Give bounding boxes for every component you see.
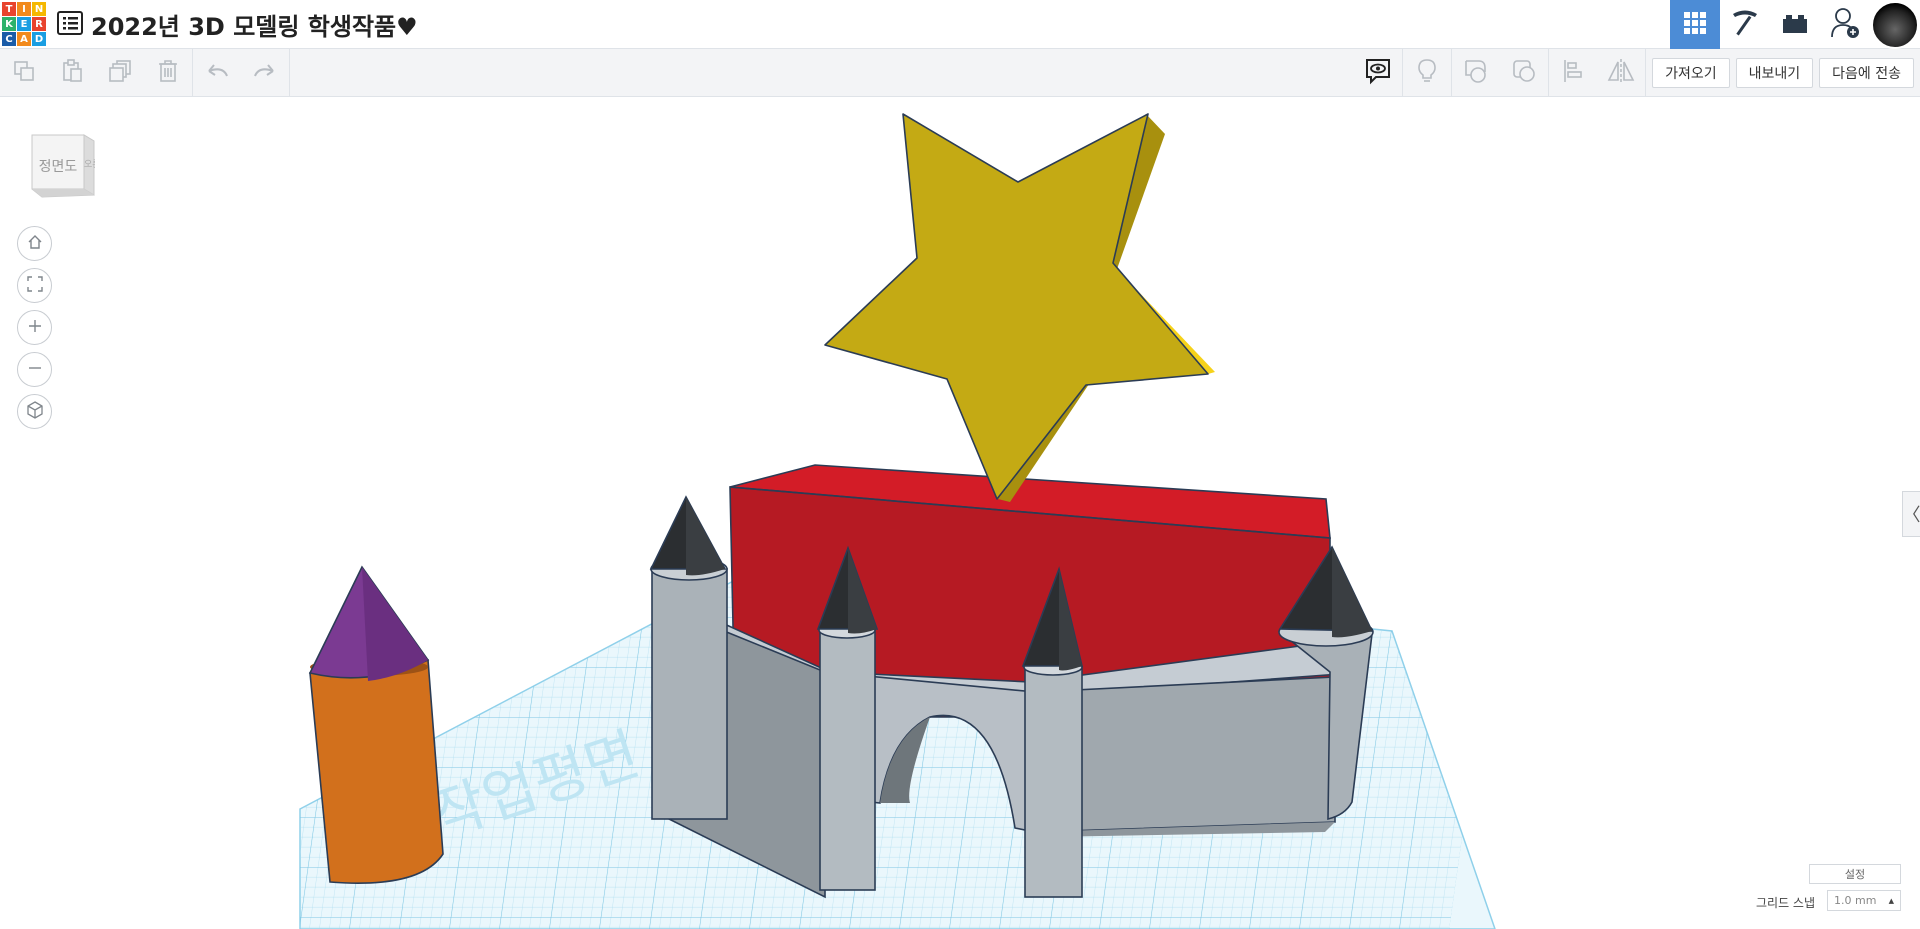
chevron-left-icon: 〈 (1902, 505, 1920, 526)
tower-back-left[interactable] (650, 557, 728, 820)
copy-icon (13, 60, 35, 86)
zoom-in-button[interactable] (17, 310, 52, 345)
edit-toolbar: 가져오기 내보내기 다음에 전송 (0, 49, 1920, 97)
grid-snap-select[interactable]: 1.0 mm (1827, 890, 1901, 911)
mirror-button[interactable] (1597, 49, 1645, 97)
shape-solid-icon (1463, 58, 1489, 88)
send-to-button[interactable]: 다음에 전송 (1819, 58, 1914, 88)
logo-tile: C (2, 32, 16, 46)
import-button[interactable]: 가져오기 (1652, 58, 1730, 88)
duplicate-button[interactable] (96, 49, 144, 97)
logo-tile: E (17, 17, 31, 31)
add-user-icon (1830, 7, 1860, 43)
align-icon (1562, 58, 1584, 88)
solid-button[interactable] (1452, 49, 1500, 97)
pickaxe-icon (1729, 8, 1761, 42)
logo-tile: N (32, 2, 46, 16)
logo-tile: T (2, 2, 16, 16)
paste-button[interactable] (48, 49, 96, 97)
redo-button[interactable] (241, 49, 289, 97)
view-cube-side-label: 오른쪽 (84, 160, 95, 170)
undo-icon (205, 62, 229, 84)
panel-toggle-button[interactable]: 〈 (1902, 491, 1920, 537)
zoom-out-button[interactable] (17, 352, 52, 387)
home-icon (27, 234, 43, 254)
gold-star-shape[interactable] (824, 113, 1215, 502)
trash-icon (157, 59, 179, 87)
duplicate-icon (108, 59, 132, 87)
add-user-button[interactable] (1820, 0, 1870, 49)
fit-icon (26, 275, 43, 296)
workplane-canvas[interactable]: 작업평면 정면도 오 〈 설정 그리드 스냅 1.0 mm ▲ (0, 97, 1920, 929)
paste-icon (61, 59, 83, 87)
mirror-icon (1607, 58, 1635, 88)
notes-visibility-button[interactable] (1354, 49, 1402, 97)
tower-front-right[interactable] (1023, 658, 1083, 898)
brick-icon (1781, 12, 1809, 38)
settings-button[interactable]: 설정 (1809, 864, 1901, 884)
tower-front-left[interactable] (818, 621, 876, 891)
redo-icon (253, 62, 277, 84)
top-bar: TIN KER CAD 2022년 3D 모델링 학생작품♥ (0, 0, 1920, 49)
roof-cone-back-left[interactable] (649, 495, 727, 576)
delete-button[interactable] (144, 49, 192, 97)
grid-snap-label: 그리드 스냅 (1756, 896, 1816, 910)
lightbulb-icon (1417, 58, 1437, 88)
hole-button[interactable] (1500, 49, 1548, 97)
shape-hole-icon (1511, 58, 1537, 88)
tinkercad-logo[interactable]: TIN KER CAD (2, 2, 46, 46)
undo-button[interactable] (193, 49, 241, 97)
perspective-button[interactable] (17, 394, 52, 429)
grid-icon (1683, 11, 1707, 39)
fit-view-button[interactable] (17, 268, 52, 303)
user-menu[interactable] (1870, 0, 1920, 49)
hint-button[interactable] (1403, 49, 1451, 97)
3d-design-view-button[interactable] (1670, 0, 1720, 49)
eye-bubble-icon (1364, 57, 1392, 89)
minus-icon (27, 360, 43, 380)
logo-tile: K (2, 17, 16, 31)
blocks-view-button[interactable] (1720, 0, 1770, 49)
view-cube[interactable]: 정면도 오른쪽 (24, 131, 96, 203)
logo-tile: A (17, 32, 31, 46)
logo-tile: D (32, 32, 46, 46)
logo-tile: I (17, 2, 31, 16)
avatar (1871, 0, 1919, 49)
logo-tile: R (32, 17, 46, 31)
export-button[interactable]: 내보내기 (1735, 58, 1814, 88)
purple-cone-shape[interactable] (308, 565, 430, 681)
bricks-view-button[interactable] (1770, 0, 1820, 49)
orange-cylinder-shape[interactable] (309, 658, 444, 884)
align-button[interactable] (1549, 49, 1597, 97)
plus-icon (27, 318, 43, 338)
design-list-icon[interactable] (57, 11, 83, 35)
design-title[interactable]: 2022년 3D 모델링 학생작품♥ (91, 7, 418, 42)
view-cube-front-label: 정면도 (38, 159, 78, 175)
cube-perspective-icon (26, 400, 44, 423)
home-view-button[interactable] (17, 226, 52, 261)
copy-button[interactable] (0, 49, 48, 97)
